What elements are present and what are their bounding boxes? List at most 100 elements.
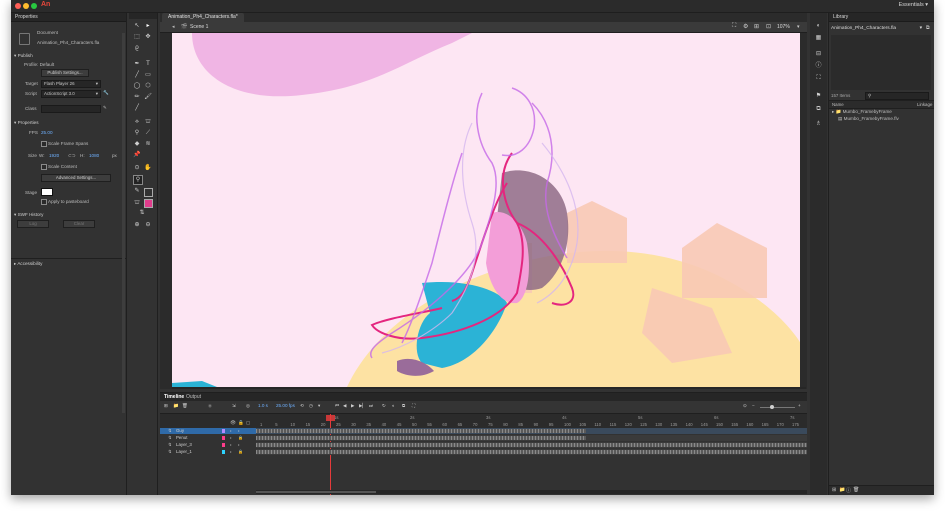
center-frame-icon[interactable]: ⊙ [743,403,747,409]
timeline-zoom-thumb[interactable] [770,405,774,409]
minimize-window-icon[interactable] [23,3,29,9]
align-panel-icon[interactable]: ⊟ [815,51,822,58]
transform-panel-icon[interactable]: ⛶ [815,75,822,82]
new-symbol-icon[interactable]: ⊞ [832,487,836,493]
new-folder-icon[interactable]: 📁 [839,487,845,493]
layer-lock-dot[interactable]: • [238,442,239,448]
edit-multiple-frames-icon[interactable]: ⧉ [402,403,405,408]
paint-bucket-tool-icon[interactable]: ⛫ [144,118,152,126]
first-frame-icon[interactable]: ⏮ [335,403,339,408]
stage-h-scrollbar[interactable] [172,387,806,389]
delete-layer-icon[interactable]: 🗑 [182,403,188,409]
zoom-in-timeline-icon[interactable]: + [798,403,801,408]
prev-frame-icon[interactable]: ◀ [343,403,347,409]
layer-lock-dot[interactable]: • [238,428,239,434]
workspace-switcher[interactable]: Essentials ▾ [899,2,928,8]
line-tool-icon[interactable]: ╱ [133,71,141,79]
bone-tool-icon[interactable]: ⟡ [133,118,141,126]
lock-icon[interactable]: 🔒 [238,449,243,455]
frame-ruler[interactable]: 1 5 10 15 20 25 30 35 40 45 50 55 60 65 70 75 80 85 90 95 10… [256,414,807,428]
paint-brush-tool-icon[interactable]: ╱ [133,104,141,112]
color-panel-icon[interactable]: ◐ [815,23,822,30]
play-icon[interactable]: ▶ [351,403,355,409]
library-search-input[interactable]: ⚲ [865,92,929,100]
edit-symbols-icon[interactable]: ⚙ [743,23,748,30]
3d-rotation-tool-icon[interactable]: ✥ [144,33,152,41]
target-select[interactable]: Flash Player 26 ▾ [41,80,101,88]
camera-tool-icon[interactable]: ⊙ [133,164,141,172]
layer-color-swatch[interactable] [222,443,225,447]
layer-visibility-dot[interactable]: • [230,449,231,455]
zoom-window-icon[interactable] [31,3,37,9]
onion-skin-outline-icon[interactable]: ◐ [392,403,395,408]
chevron-down-icon[interactable]: ▾ [318,403,320,409]
tab-timeline[interactable]: Timeline [164,393,184,401]
modify-markers-icon[interactable]: ⛶ [412,403,415,408]
text-tool-icon[interactable]: T [144,60,152,68]
onion-skin-icon[interactable]: ◎ [246,403,250,409]
hand-tool-icon[interactable]: ✋ [144,164,152,172]
scene-label[interactable]: Scene 1 [190,24,208,30]
current-time[interactable]: 1.0 s [258,403,268,408]
properties-icon[interactable]: ⓘ [846,487,851,494]
lock-icon[interactable]: 🔒 [238,420,244,426]
code-snippets-icon[interactable]: ⚑ [815,93,822,100]
frame-row[interactable] [256,428,807,434]
layer-visibility-dot[interactable]: • [230,428,231,434]
class-input[interactable] [41,105,101,113]
linkage-column[interactable]: Linkage [917,102,932,107]
clip-content-icon[interactable]: ⊞ [754,23,759,30]
layer-color-swatch[interactable] [222,450,225,454]
properties-scrollbar[interactable] [122,33,125,413]
frame-row[interactable] [256,435,807,441]
pen-tool-icon[interactable]: ✒ [133,60,141,68]
frame-rate[interactable]: 25.00 fps [276,403,295,408]
highlight-icon[interactable]: ◉ [208,403,212,409]
selection-tool-icon[interactable]: ↖ [133,22,141,30]
rectangle-tool-icon[interactable]: ▭ [144,71,152,79]
polystar-tool-icon[interactable]: ⬡ [144,82,152,90]
edit-scene-icon[interactable]: ⛶ [732,23,736,30]
tab-output[interactable]: Output [186,393,201,401]
stroke-color-pencil-icon[interactable]: ✎ [133,187,141,195]
layer-row[interactable]: ↯ Layer_1 • 🔒 [160,449,256,455]
stroke-color-swatch[interactable] [144,188,153,197]
last-frame-icon[interactable]: ⏭ [369,403,373,408]
chevron-down-icon[interactable]: ▾ [797,24,800,30]
script-select[interactable]: ActionScript 3.0 ▾ [41,90,101,98]
pencil-tool-icon[interactable]: ✏ [133,93,141,101]
stage-v-scrollbar[interactable] [800,33,806,387]
clock-icon[interactable]: ◷ [309,403,313,409]
fill-color-swatch[interactable] [144,199,153,208]
name-column[interactable]: Name [832,102,844,107]
next-frame-icon[interactable]: ▶▏ [359,403,366,409]
timeline-zoom-slider[interactable] [760,407,795,408]
document-tab[interactable]: Animation_Ph4_Characters.fla* [162,13,244,22]
subselection-tool-icon[interactable]: ▸ [144,22,152,30]
loop-playback-icon[interactable]: ↻ [382,403,386,409]
publish-settings-button[interactable]: Publish Settings... [41,69,89,77]
width-tool-icon[interactable]: ≋ [144,140,152,148]
motion-presets-icon[interactable]: ♗ [815,121,822,128]
layer-color-swatch[interactable] [222,429,225,433]
zoom-level[interactable]: 107% [777,24,790,30]
ink-bottle-tool-icon[interactable]: ⚲ [133,129,141,137]
brush-tool-icon[interactable]: 🖌 [144,93,152,101]
timeline-h-scrollbar[interactable] [256,490,807,494]
apply-pasteboard-checkbox[interactable] [41,199,47,205]
stage-canvas[interactable] [172,33,806,387]
stage-color-swatch[interactable] [41,188,53,196]
swf-history-section[interactable]: ▾ SWF History [14,212,43,218]
lock-icon[interactable]: 🔒 [238,435,243,441]
pencil-icon[interactable]: ✎ [103,105,107,111]
back-arrow-icon[interactable]: ◂ [172,24,175,30]
swatches-panel-icon[interactable]: ▦ [815,35,822,42]
center-stage-icon[interactable]: ⊡ [766,23,771,30]
zoom-out-icon[interactable]: ⊖ [144,221,152,229]
eraser-tool-icon[interactable]: ◆ [133,140,141,148]
frame-row[interactable] [256,442,807,448]
frame-row[interactable] [256,449,807,455]
layer-row[interactable]: ↯ Guy • • [160,428,256,434]
layer-options-icon[interactable]: ⇲ [232,403,236,409]
layer-color-swatch[interactable] [222,436,225,440]
